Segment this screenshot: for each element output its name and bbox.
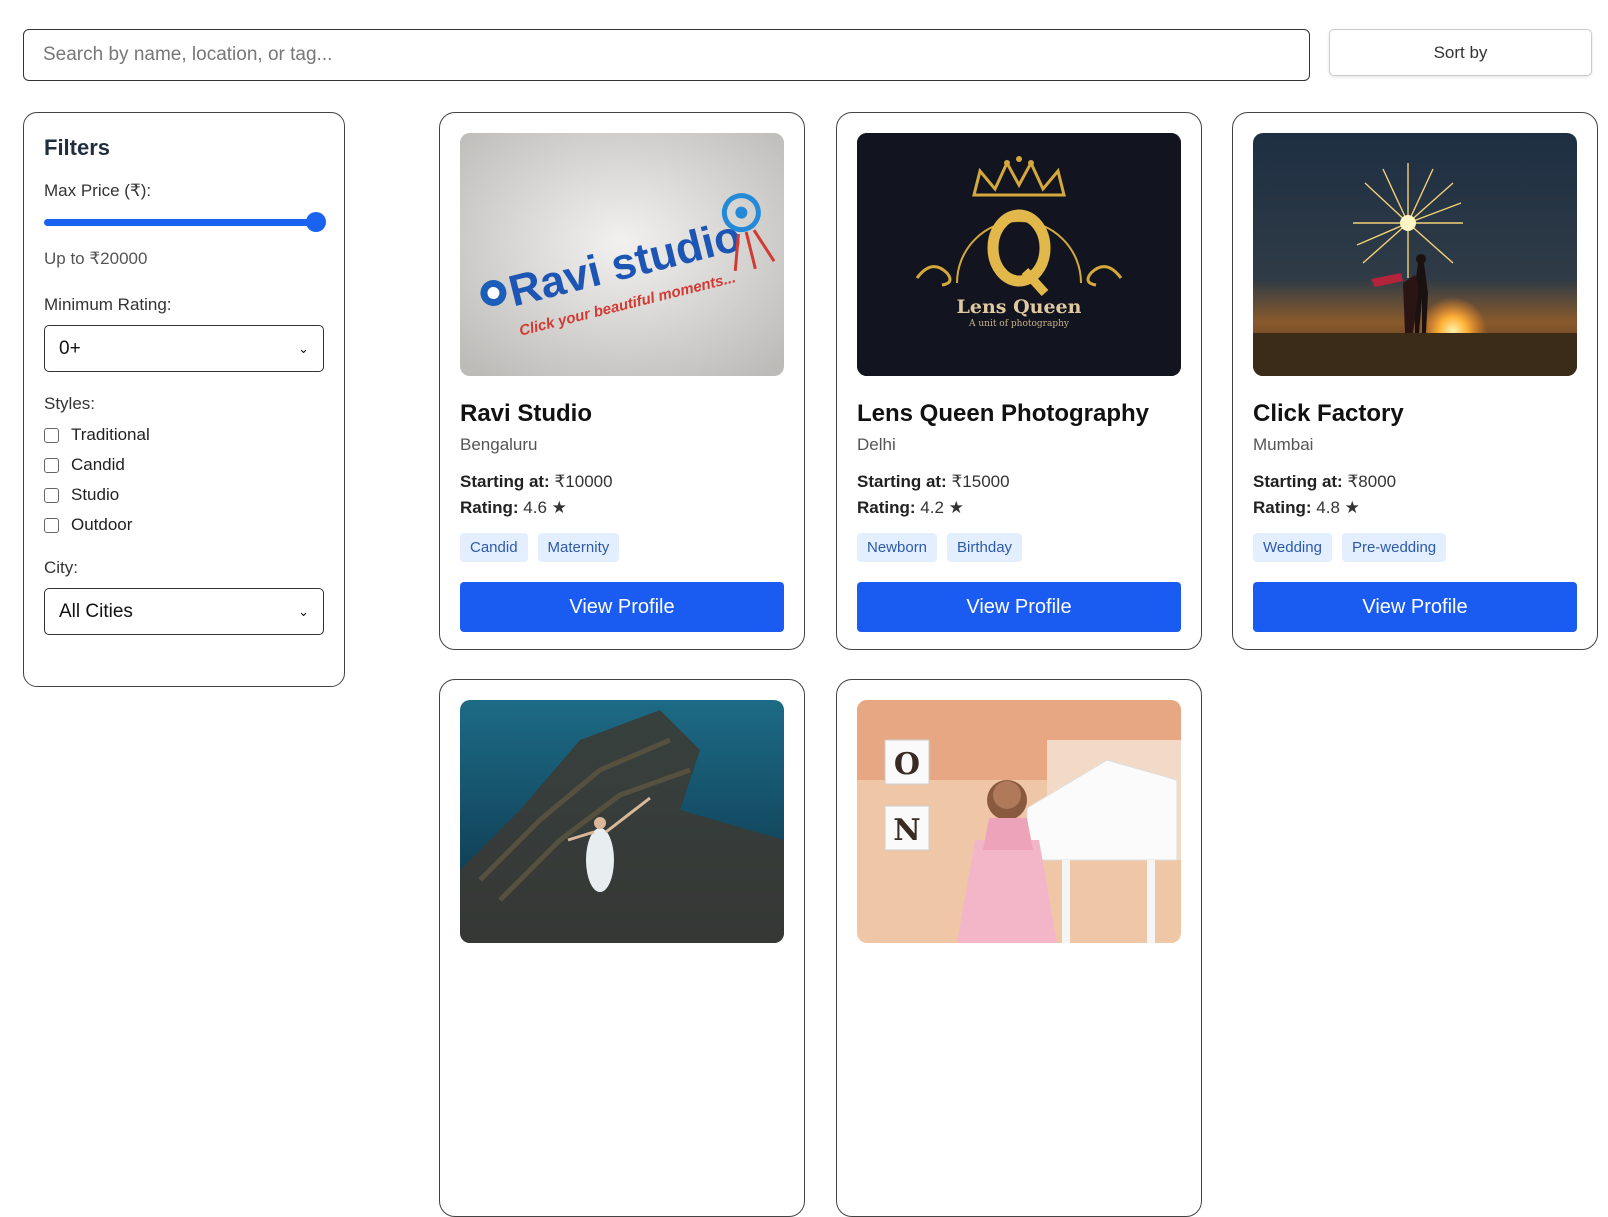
photo-letter: O: [894, 747, 920, 782]
tag: Maternity: [537, 533, 620, 562]
price-label: Starting at:: [1253, 472, 1343, 491]
filters-panel: Filters Max Price (₹): Up to ₹20000 Mini…: [23, 112, 345, 687]
style-label: Traditional: [71, 425, 150, 444]
price-line: Starting at: ₹15000: [857, 469, 1181, 495]
tag-list: Wedding Pre-wedding: [1253, 533, 1577, 562]
photographer-card: [439, 679, 805, 1217]
photographer-city: Delhi: [857, 435, 896, 454]
city-select[interactable]: All Cities ⌄: [44, 588, 324, 635]
tag-list: Candid Maternity: [460, 533, 784, 562]
photographer-name: Ravi Studio: [460, 400, 593, 427]
tag: Pre-wedding: [1341, 533, 1447, 562]
slider-track: [44, 219, 314, 226]
studio-photo: Ravi studio Click your beautiful moments…: [460, 133, 784, 376]
tag: Wedding: [1253, 533, 1332, 562]
photographer-card: Lens Queen A unit of photography Lens Qu…: [836, 112, 1202, 650]
price-line: Starting at: ₹10000: [460, 469, 784, 495]
photographer-city: Mumbai: [1253, 435, 1314, 454]
studio-photo: [1253, 133, 1577, 376]
price-value: ₹10000: [554, 472, 613, 491]
city-label: City:: [44, 558, 78, 577]
rating-line: Rating: 4.8 ★: [1253, 495, 1577, 521]
min-rating-label: Minimum Rating:: [44, 295, 172, 314]
style-checkbox-outdoor[interactable]: Outdoor: [44, 510, 324, 540]
rating-value: 4.6 ★: [523, 498, 567, 517]
max-price-slider[interactable]: [44, 211, 326, 233]
logo-text: Lens Queen: [957, 296, 1082, 318]
photographer-card: O N: [836, 679, 1202, 1217]
max-price-value: Up to ₹20000: [44, 249, 148, 268]
studio-photo: O N: [857, 700, 1181, 943]
sort-button[interactable]: Sort by: [1329, 29, 1592, 76]
styles-label: Styles:: [44, 394, 96, 413]
photographer-card: Click Factory Mumbai Starting at: ₹8000 …: [1232, 112, 1598, 650]
style-label: Studio: [71, 485, 120, 504]
studio-photo: Lens Queen A unit of photography: [857, 133, 1181, 376]
style-label: Outdoor: [71, 515, 133, 534]
chevron-down-icon: ⌄: [298, 603, 309, 619]
rating-value: 4.8 ★: [1316, 498, 1360, 517]
min-rating-select[interactable]: 0+ ⌄: [44, 325, 324, 372]
rating-value: 4.2 ★: [920, 498, 964, 517]
max-price-label: Max Price (₹):: [44, 181, 152, 200]
checkbox[interactable]: [44, 457, 59, 473]
photographer-city: Bengaluru: [460, 435, 538, 454]
view-profile-button[interactable]: View Profile: [857, 582, 1181, 632]
slider-thumb[interactable]: [306, 212, 326, 232]
price-label: Starting at:: [857, 472, 947, 491]
tag: Birthday: [947, 533, 1023, 562]
photographer-card: Ravi studio Click your beautiful moments…: [439, 112, 805, 650]
logo-tagline: A unit of photography: [968, 319, 1070, 329]
chevron-down-icon: ⌄: [298, 340, 309, 356]
style-checkbox-studio[interactable]: Studio: [44, 480, 324, 510]
studio-photo: [460, 700, 784, 943]
price-line: Starting at: ₹8000: [1253, 469, 1577, 495]
search-input[interactable]: [23, 29, 1310, 81]
rating-label: Rating:: [460, 498, 519, 517]
price-value: ₹8000: [1347, 472, 1397, 491]
checkbox[interactable]: [44, 487, 59, 503]
price-value: ₹15000: [951, 472, 1010, 491]
rating-label: Rating:: [1253, 498, 1312, 517]
view-profile-button[interactable]: View Profile: [460, 582, 784, 632]
photographer-name: Lens Queen Photography: [857, 400, 1150, 427]
photo-letter: N: [893, 813, 920, 848]
checkbox[interactable]: [44, 427, 59, 443]
min-rating-value: 0+: [59, 337, 81, 359]
tag: Newborn: [857, 533, 938, 562]
photographer-name: Click Factory: [1253, 400, 1404, 427]
price-label: Starting at:: [460, 472, 550, 491]
tag-list: Newborn Birthday: [857, 533, 1181, 562]
rating-label: Rating:: [857, 498, 916, 517]
style-label: Candid: [71, 455, 125, 474]
view-profile-button[interactable]: View Profile: [1253, 582, 1577, 632]
style-checkbox-traditional[interactable]: Traditional: [44, 420, 324, 450]
rating-line: Rating: 4.2 ★: [857, 495, 1181, 521]
rating-line: Rating: 4.6 ★: [460, 495, 784, 521]
filters-title: Filters: [44, 135, 111, 160]
city-value: All Cities: [59, 600, 133, 622]
style-checkbox-candid[interactable]: Candid: [44, 450, 324, 480]
tag: Candid: [460, 533, 528, 562]
checkbox[interactable]: [44, 517, 59, 533]
